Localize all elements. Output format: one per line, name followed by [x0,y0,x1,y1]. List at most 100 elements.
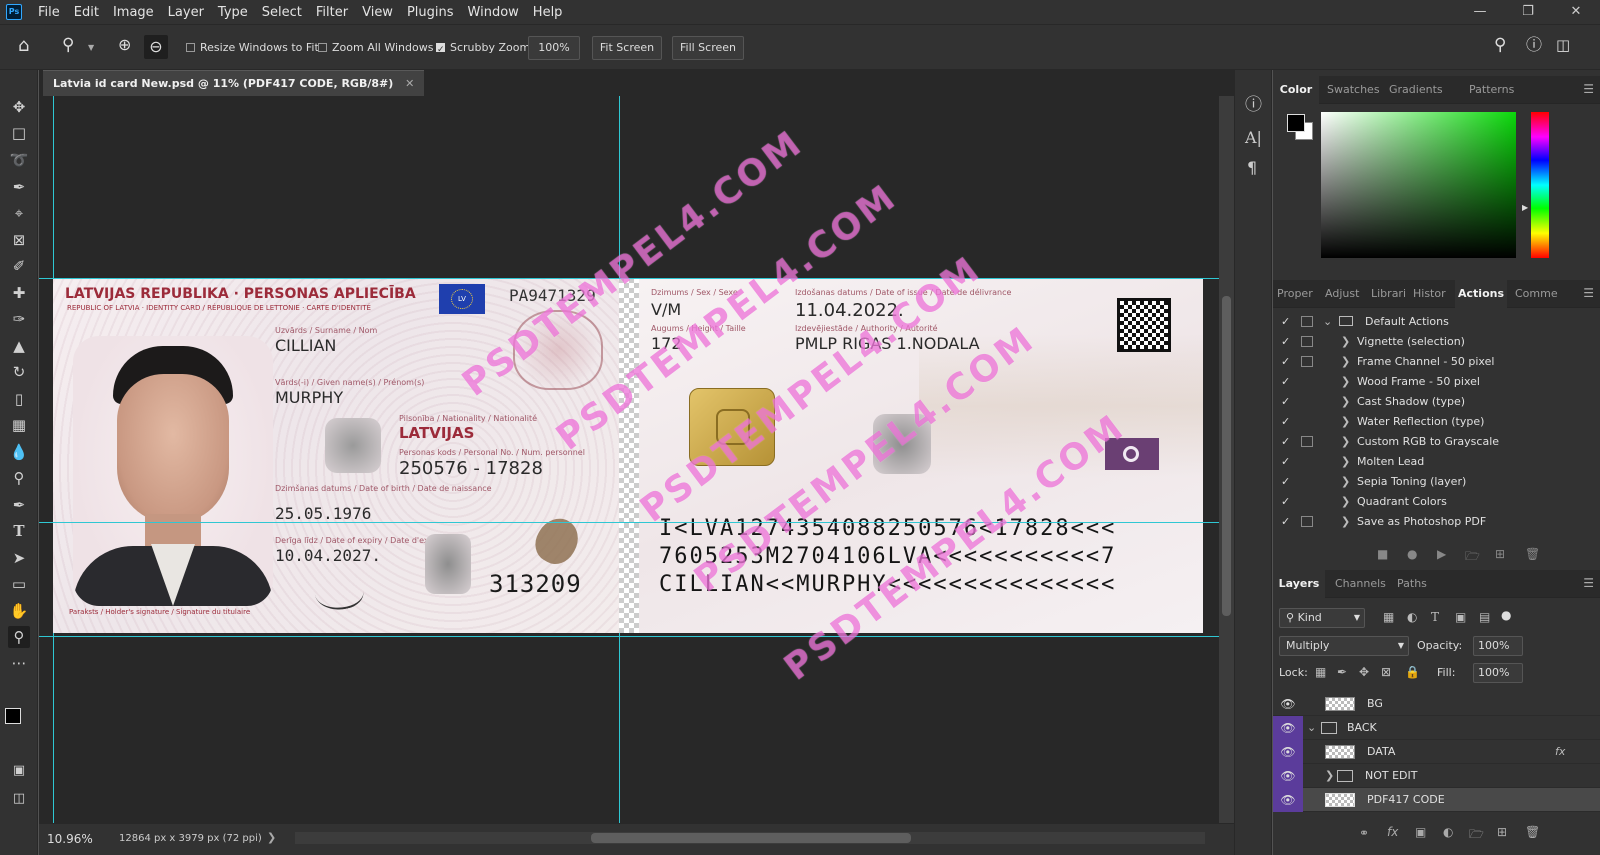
tab-layers[interactable]: Layers [1273,570,1325,598]
zoom-tool-icon[interactable]: ⚲ [8,626,30,648]
zoom-out-icon[interactable]: ⊖ [144,35,168,59]
menu-file[interactable]: File [31,5,67,20]
action-row[interactable]: ✓ ❯ Water Reflection (type) [1273,412,1600,432]
foreground-color-chip[interactable] [1287,114,1305,132]
action-row[interactable]: ✓ ❯ Frame Channel - 50 pixel [1273,352,1600,372]
menu-edit[interactable]: Edit [67,5,106,20]
menu-type[interactable]: Type [211,5,255,20]
menu-select[interactable]: Select [255,5,309,20]
layer-row-bg[interactable]: 👁 BG [1273,692,1600,716]
tab-properties[interactable]: Proper [1277,280,1313,308]
tab-comments[interactable]: Comme [1515,280,1558,308]
type-tool-icon[interactable]: T [8,520,30,542]
move-tool-icon[interactable]: ✥ [8,96,30,118]
menu-view[interactable]: View [355,5,400,20]
menu-image[interactable]: Image [106,5,161,20]
fill-screen-button[interactable]: Fill Screen [672,36,744,60]
menu-help[interactable]: Help [526,5,570,20]
more-tools-icon[interactable]: ⋯ [8,652,30,674]
play-icon[interactable]: ▶ [1437,547,1446,561]
workspace-icon[interactable]: ◫ [1556,34,1570,56]
new-action-icon[interactable]: ⊞ [1495,547,1505,561]
pen-tool-icon[interactable]: ✒ [8,494,30,516]
new-layer-icon[interactable]: ⊞ [1497,825,1507,839]
fit-screen-button[interactable]: Fit Screen [592,36,662,60]
visibility-eye-icon[interactable]: 👁 [1273,692,1303,716]
tab-libraries[interactable]: Librari [1371,280,1406,308]
blend-mode-select[interactable]: Multiply ▼ [1279,636,1409,656]
menu-window[interactable]: Window [461,5,526,20]
layer-row-back[interactable]: 👁 ⌄ BACK [1273,716,1600,740]
add-mask-icon[interactable]: ▣ [1415,825,1426,839]
lock-artboard-icon[interactable]: ⊠ [1381,665,1391,679]
foreground-color-swatch[interactable] [5,708,21,724]
filter-toggle-icon[interactable]: ● [1501,608,1511,622]
horizontal-scroll-thumb[interactable] [591,833,911,843]
hand-tool-icon[interactable]: ✋ [8,600,30,622]
vertical-scroll-thumb[interactable] [1222,296,1231,616]
restore-icon[interactable]: ❐ [1504,0,1552,24]
lock-transparency-icon[interactable]: ▦ [1315,665,1326,679]
panel-menu-icon[interactable]: ☰ [1583,286,1594,300]
dodge-tool-icon[interactable]: ⚲ [8,467,30,489]
crop-tool-icon[interactable]: ⌖ [8,202,30,224]
panel-menu-icon[interactable]: ☰ [1583,82,1594,96]
delete-layer-icon[interactable]: 🗑 [1525,825,1540,839]
gradient-tool-icon[interactable]: ▦ [8,414,30,436]
canvas-area[interactable]: LATVIJAS REPUBLIKA · PERSONAS APLIECĪBA … [39,96,1219,823]
visibility-eye-icon[interactable]: 👁 [1273,788,1303,812]
quick-selection-tool-icon[interactable]: ✒ [8,176,30,198]
rectangle-tool-icon[interactable]: ▭ [8,573,30,595]
character-icon[interactable]: A| [1245,128,1262,147]
add-style-icon[interactable]: fx [1387,825,1398,839]
record-icon[interactable]: ● [1407,547,1417,561]
close-icon[interactable]: ✕ [1552,0,1600,24]
action-row[interactable]: ✓ ❯ Sepia Toning (layer) [1273,472,1600,492]
eraser-tool-icon[interactable]: ▯ [8,388,30,410]
tab-color[interactable]: Color [1273,76,1319,104]
zoom-tool-preset-icon[interactable]: ⚲ [62,34,74,56]
search-icon[interactable]: ⚲ [1494,34,1506,56]
horizontal-scrollbar[interactable] [295,832,1205,844]
action-row[interactable]: ✓ ❯ Molten Lead [1273,452,1600,472]
quick-mask-icon[interactable]: ▣ [8,760,30,782]
link-layers-icon[interactable]: ⚭ [1359,826,1369,840]
help-icon[interactable]: ⓘ [1526,34,1542,56]
tab-close-icon[interactable]: ✕ [405,77,414,90]
action-row[interactable]: ✓ ❯ Custom RGB to Grayscale [1273,432,1600,452]
document-tab[interactable]: Latvia id card New.psd @ 11% (PDF417 COD… [43,70,425,96]
zoom-all-windows-checkbox[interactable]: Zoom All Windows [318,37,433,59]
color-picker-field[interactable] [1321,112,1516,258]
vertical-scrollbar[interactable] [1219,96,1234,823]
layer-effects-icon[interactable]: fx [1555,740,1565,764]
chevron-down-icon[interactable]: ⌄ [1307,716,1316,740]
visibility-eye-icon[interactable]: 👁 [1273,740,1303,764]
eyedropper-tool-icon[interactable]: ✐ [8,255,30,277]
tab-actions[interactable]: Actions [1455,280,1507,308]
visibility-eye-icon[interactable]: 👁 [1273,716,1303,740]
layer-row-not-edit[interactable]: 👁 ❯ NOT EDIT [1273,764,1600,788]
fill-field[interactable]: 100% [1473,663,1523,683]
resize-windows-checkbox[interactable]: Resize Windows to Fit [186,37,319,59]
menu-filter[interactable]: Filter [309,5,355,20]
lasso-tool-icon[interactable]: ➰ [8,149,30,171]
frame-tool-icon[interactable]: ⊠ [8,229,30,251]
action-row[interactable]: ✓ ❯ Cast Shadow (type) [1273,392,1600,412]
minimize-icon[interactable]: — [1456,0,1504,24]
lock-pixels-icon[interactable]: ✒ [1337,665,1347,679]
chevron-down-icon[interactable]: ▼ [88,37,94,59]
tab-history[interactable]: Histor [1413,280,1446,308]
filter-smart-object-icon[interactable]: ▤ [1479,610,1490,624]
hue-slider[interactable] [1531,112,1549,258]
lock-position-icon[interactable]: ✥ [1359,665,1369,679]
panel-menu-icon[interactable]: ☰ [1583,576,1594,590]
healing-brush-tool-icon[interactable]: ✚ [8,282,30,304]
delete-icon[interactable]: 🗑 [1525,547,1540,561]
filter-type-icon[interactable]: T [1431,610,1439,624]
adjustment-layer-icon[interactable]: ◐ [1443,825,1453,839]
chevron-right-icon[interactable]: ❯ [1325,764,1334,788]
menu-layer[interactable]: Layer [161,5,211,20]
layer-row-data[interactable]: 👁 DATA fx [1273,740,1600,764]
stop-icon[interactable]: ■ [1377,547,1388,561]
zoom-percent-field[interactable]: 100% [528,36,580,60]
